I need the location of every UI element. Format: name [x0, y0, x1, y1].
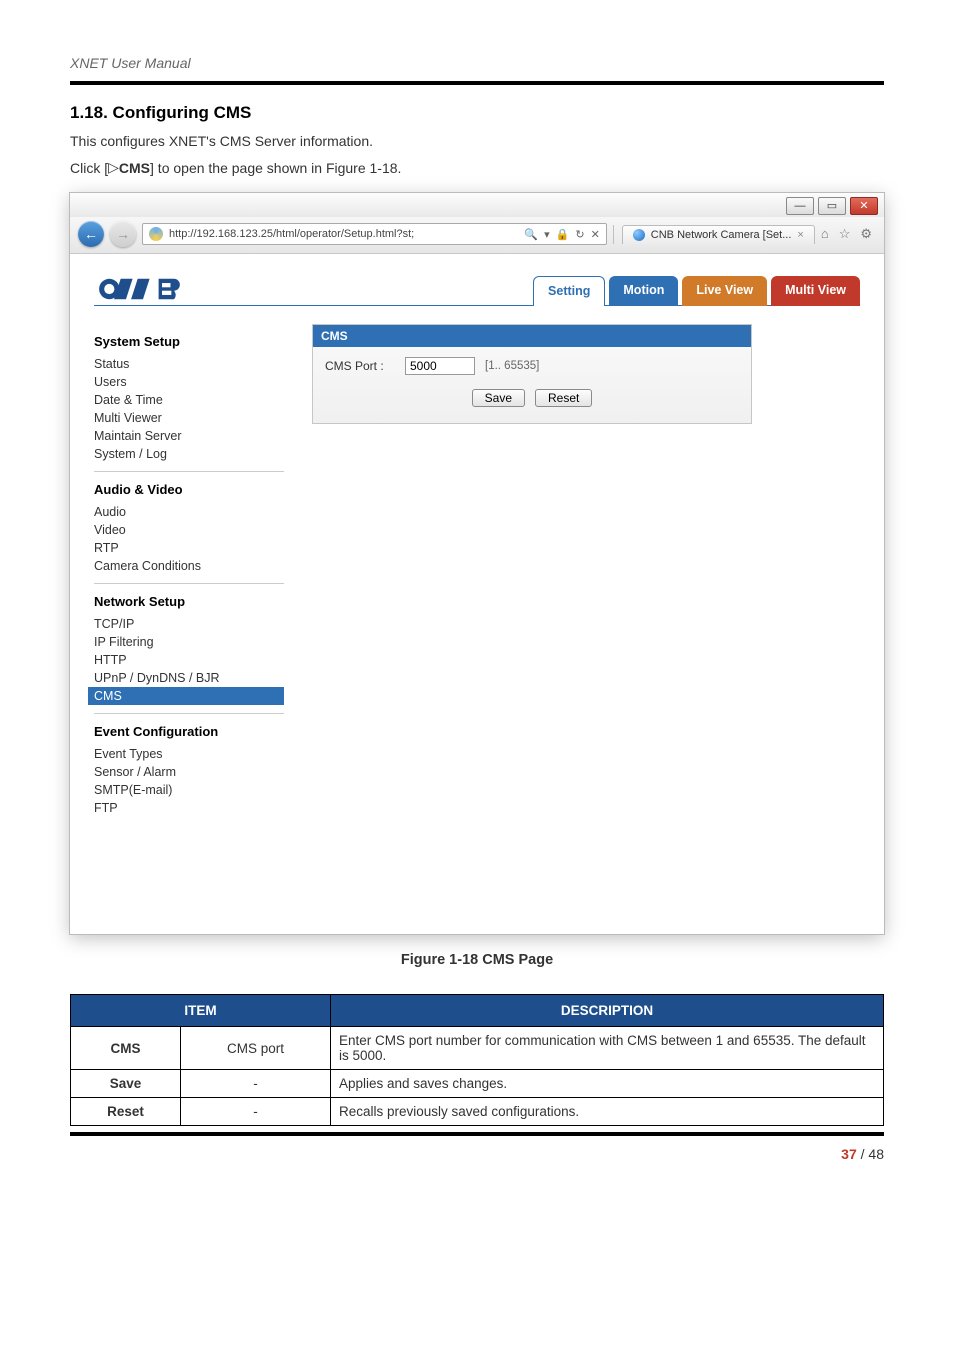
page-total: 48: [868, 1146, 884, 1162]
th-item: ITEM: [71, 995, 331, 1027]
description-table: ITEM DESCRIPTION CMS CMS port Enter CMS …: [70, 994, 884, 1126]
tab-close-icon[interactable]: ×: [797, 229, 803, 241]
nav-back-button[interactable]: ←: [78, 221, 104, 247]
ie-icon: [149, 227, 163, 241]
sidebar-item-status[interactable]: Status: [94, 355, 284, 373]
cms-port-range: [1.. 65535]: [485, 360, 539, 372]
cms-port-input[interactable]: [405, 357, 475, 375]
cms-port-label: CMS Port :: [325, 359, 395, 373]
cell-desc: Applies and saves changes.: [331, 1070, 884, 1098]
sidebar-item-upnp-dyndns-bjr[interactable]: UPnP / DynDNS / BJR: [94, 669, 284, 687]
address-bar[interactable]: http://192.168.123.25/html/operator/Setu…: [142, 223, 607, 245]
footer-rule: [70, 1132, 884, 1136]
sidebar-item-ip-filtering[interactable]: IP Filtering: [94, 633, 284, 651]
sidebar-item-multi-viewer[interactable]: Multi Viewer: [94, 409, 284, 427]
tab-motion[interactable]: Motion: [609, 276, 678, 306]
sidebar-group-network-setup: Network Setup: [94, 594, 284, 609]
tools-icon[interactable]: ⚙: [860, 226, 872, 242]
page-current: 37: [841, 1146, 857, 1162]
panel-title: CMS: [313, 325, 751, 347]
sidebar-item-audio[interactable]: Audio: [94, 503, 284, 521]
window-close-button[interactable]: ✕: [850, 197, 878, 215]
sidebar-item-event-types[interactable]: Event Types: [94, 745, 284, 763]
play-icon: ▷: [108, 157, 119, 178]
sidebar-item-smtp-email[interactable]: SMTP(E-mail): [94, 781, 284, 799]
intro-line-2: Click [▷ CMS] to open the page shown in …: [70, 158, 884, 179]
th-description: DESCRIPTION: [331, 995, 884, 1027]
section-number: 1.18.: [70, 103, 108, 122]
figure-caption: Figure 1-18 CMS Page: [70, 952, 884, 968]
table-row: CMS CMS port Enter CMS port number for c…: [71, 1027, 884, 1070]
section-title-text: Configuring CMS: [113, 103, 252, 122]
cell-sub: -: [181, 1070, 331, 1098]
sidebar-item-cms[interactable]: CMS: [88, 687, 284, 705]
sidebar-item-tcpip[interactable]: TCP/IP: [94, 615, 284, 633]
sidebar-item-date-time[interactable]: Date & Time: [94, 391, 284, 409]
browser-tab[interactable]: CNB Network Camera [Set... ×: [622, 225, 815, 244]
cell-desc: Recalls previously saved configurations.: [331, 1098, 884, 1126]
intro-cmd: CMS: [119, 160, 150, 176]
sidebar-item-users[interactable]: Users: [94, 373, 284, 391]
url-text: http://192.168.123.25/html/operator/Setu…: [169, 228, 414, 240]
intro-pre: Click [: [70, 160, 108, 176]
refresh-icon[interactable]: ↻: [575, 228, 584, 241]
cell-item: CMS: [71, 1027, 181, 1070]
table-row: Reset - Recalls previously saved configu…: [71, 1098, 884, 1126]
section-title: 1.18. Configuring CMS: [70, 103, 884, 123]
browser-window: — ▭ ✕ ← → http://192.168.123.25/html/ope…: [70, 193, 884, 934]
reset-button[interactable]: Reset: [535, 389, 592, 407]
sidebar-item-video[interactable]: Video: [94, 521, 284, 539]
tab-label: CNB Network Camera [Set...: [651, 229, 792, 241]
tab-multi-view[interactable]: Multi View: [771, 276, 860, 306]
stop-icon[interactable]: ✕: [591, 228, 600, 241]
nav-forward-button[interactable]: →: [110, 221, 136, 247]
tab-setting[interactable]: Setting: [533, 276, 605, 306]
search-icon[interactable]: 🔍: [524, 228, 538, 241]
tab-favicon-icon: [633, 229, 645, 241]
home-icon[interactable]: ⌂: [821, 226, 829, 242]
dropdown-icon[interactable]: ▾: [544, 228, 550, 241]
header-rule: [70, 81, 884, 85]
sidebar: System Setup Status Users Date & Time Mu…: [94, 324, 284, 817]
sidebar-item-rtp[interactable]: RTP: [94, 539, 284, 557]
manual-header: XNET User Manual: [70, 55, 884, 77]
sidebar-group-system-setup: System Setup: [94, 334, 284, 349]
sidebar-item-maintain-server[interactable]: Maintain Server: [94, 427, 284, 445]
sidebar-group-audio-video: Audio & Video: [94, 482, 284, 497]
cell-sub: -: [181, 1098, 331, 1126]
cms-panel: CMS CMS Port : [1.. 65535] Save Reset: [312, 324, 752, 424]
favorites-icon[interactable]: ☆: [839, 226, 851, 242]
lock-icon: 🔒: [556, 228, 570, 241]
window-maximize-button[interactable]: ▭: [818, 197, 846, 215]
tab-live-view[interactable]: Live View: [682, 276, 767, 306]
sidebar-item-camera-conditions[interactable]: Camera Conditions: [94, 557, 284, 575]
page-sep: /: [857, 1146, 869, 1162]
save-button[interactable]: Save: [472, 389, 525, 407]
cell-desc: Enter CMS port number for communication …: [331, 1027, 884, 1070]
sidebar-item-ftp[interactable]: FTP: [94, 799, 284, 817]
window-minimize-button[interactable]: —: [786, 197, 814, 215]
cnb-logo: [94, 272, 230, 306]
sidebar-item-http[interactable]: HTTP: [94, 651, 284, 669]
intro-line-1: This configures XNET's CMS Server inform…: [70, 131, 884, 152]
intro-post: ] to open the page shown in Figure 1-18.: [150, 160, 401, 176]
table-row: Save - Applies and saves changes.: [71, 1070, 884, 1098]
cell-item: Save: [71, 1070, 181, 1098]
page-footer: 37 / 48: [70, 1146, 884, 1162]
sidebar-item-sensor-alarm[interactable]: Sensor / Alarm: [94, 763, 284, 781]
cell-item: Reset: [71, 1098, 181, 1126]
cell-sub: CMS port: [181, 1027, 331, 1070]
sidebar-item-system-log[interactable]: System / Log: [94, 445, 284, 463]
sidebar-group-event-configuration: Event Configuration: [94, 724, 284, 739]
